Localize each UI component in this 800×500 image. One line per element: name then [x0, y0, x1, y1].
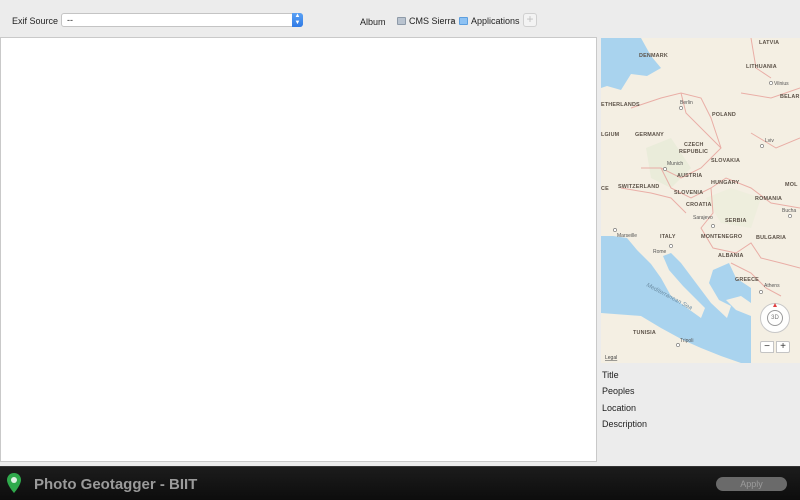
city-label: Marseille [617, 233, 637, 239]
app-title: Photo Geotagger - BIIT [34, 476, 198, 493]
country-label: GREECE [735, 277, 759, 283]
map-zoom-out-button[interactable]: − [760, 341, 774, 353]
compass-needle-icon [773, 303, 777, 307]
map-compass-3d-button[interactable]: 3D [760, 303, 790, 333]
map-legal-link[interactable]: Legal [605, 355, 617, 361]
album-label: Album [360, 17, 386, 27]
breadcrumb-drive-label: CMS Sierra [409, 16, 456, 26]
country-label: ALBANIA [718, 253, 744, 259]
country-label: REPUBLIC [679, 149, 708, 155]
map-pin-icon [7, 473, 21, 493]
country-label: AUSTRIA [677, 173, 702, 179]
description-label: Description [602, 419, 648, 429]
exif-source-value: -- [67, 15, 73, 25]
peoples-label: Peoples [602, 386, 635, 396]
country-label: MONTENEGRO [701, 234, 742, 240]
country-label: CE [601, 186, 609, 192]
country-label: POLAND [712, 112, 736, 118]
city-label: Tripoli [680, 338, 693, 344]
city-label: Athens [764, 283, 780, 289]
location-label: Location [602, 403, 637, 413]
city-label: Rome [653, 249, 667, 255]
country-label: LATVIA [759, 40, 779, 46]
city-label: Bucha [782, 208, 796, 214]
country-label: ROMANIA [755, 196, 782, 202]
drive-icon [397, 17, 406, 25]
country-label: SLOVAKIA [711, 158, 740, 164]
title-label: Title [602, 370, 619, 380]
breadcrumb-item-folder[interactable]: Applications [459, 15, 520, 27]
city-label: Sarajevo [693, 215, 713, 221]
breadcrumb-item-drive[interactable]: CMS Sierra [397, 15, 456, 27]
country-label: BELAR [780, 94, 800, 100]
city-label: Munich [667, 161, 683, 167]
add-album-button[interactable]: + [523, 13, 537, 27]
folder-icon [459, 17, 468, 25]
country-label: ITALY [660, 234, 676, 240]
country-label: SERBIA [725, 218, 747, 224]
breadcrumb-separator: › [451, 15, 454, 25]
city-label: Berlin [680, 100, 693, 106]
toolbar: Exif Source -- ▲ ▼ Album CMS Sierra › App… [0, 0, 800, 38]
map-zoom-in-button[interactable]: + [776, 341, 790, 353]
country-label: CZECH [684, 142, 704, 148]
select-arrows-icon: ▲ ▼ [292, 13, 303, 27]
country-label: DENMARK [639, 53, 668, 59]
country-label: GERMANY [635, 132, 664, 138]
city-label: Vilnius [774, 81, 789, 87]
exif-source-label: Exif Source [12, 16, 59, 26]
country-label: BULGARIA [756, 235, 786, 241]
apply-button[interactable]: Apply [716, 477, 787, 491]
country-label: SWITZERLAND [618, 184, 659, 190]
country-label: HUNGARY [711, 180, 740, 186]
country-label: MOL [785, 182, 798, 188]
country-label: ETHERLANDS [601, 102, 640, 108]
breadcrumb-folder-label: Applications [471, 16, 520, 26]
country-label: CROATIA [686, 202, 712, 208]
city-label: Lviv [765, 138, 774, 144]
country-label: TUNISIA [633, 330, 656, 336]
country-label: SLOVENIA [674, 190, 703, 196]
country-label: LGIUM [601, 132, 620, 138]
country-label: LITHUANIA [746, 64, 777, 70]
footer-bar: Photo Geotagger - BIIT Apply [0, 466, 800, 500]
exif-source-select[interactable]: -- ▲ ▼ [61, 13, 303, 27]
photo-drop-area[interactable] [0, 37, 597, 462]
compass-3d-label: 3D [767, 310, 783, 326]
